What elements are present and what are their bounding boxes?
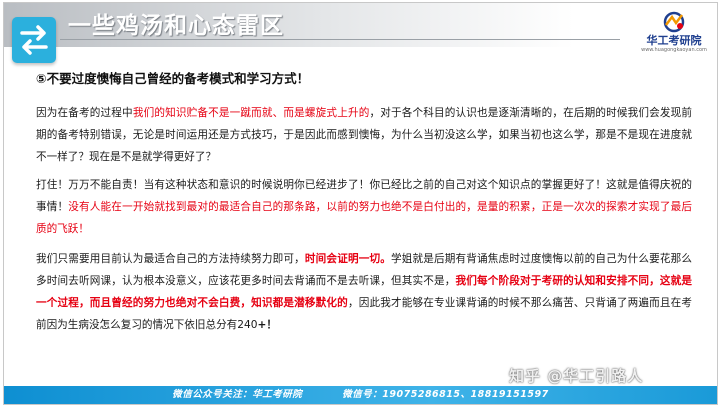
footer-contact: 微信公众号关注：华工考研院 微信号：19075286815、1881915159… <box>172 389 549 400</box>
watermark: 知乎 @华工引路人 <box>509 367 644 385</box>
logo-name: 华工考研院 <box>646 34 702 47</box>
paragraph-2: 打住！万万不能自责！当有这种状态和意识的时候说明你已经进步了！你已经比之前的自己… <box>36 174 692 240</box>
p2-highlight: 没有人能在一开始就找到最对的最适合自己的那条路，以前的努力也绝不是白付出的，是量… <box>36 201 693 235</box>
logo: 华工考研院 www.huagongkaoyan.com <box>634 11 714 61</box>
logo-url: www.huagongkaoyan.com <box>641 47 707 53</box>
p3-highlight-1: 时间会证明一切。 <box>304 253 391 265</box>
slide: 一些鸡汤和心态雷区 华工考研院 www.huagongkaoyan.com ⑤不… <box>3 2 718 405</box>
header-divider <box>60 39 620 40</box>
swap-arrows-icon <box>12 17 56 63</box>
section-heading: ⑤不要过度懊悔自己曾经的备考模式和学习方式！ <box>36 71 310 86</box>
footer-bar: 微信公众号关注：华工考研院 微信号：19075286815、1881915159… <box>4 386 717 404</box>
logo-icon <box>663 11 685 33</box>
p3-text-1: 我们只需要用目前认为最适合自己的方法持续努力即可， <box>36 253 305 265</box>
page-title: 一些鸡汤和心态雷区 <box>68 12 284 39</box>
p1-highlight: 我们的知识贮备不是一蹴而就、而是螺旋式上升的 <box>132 107 370 119</box>
p3-text-4: +！ <box>257 319 277 331</box>
paragraph-3: 我们只需要用目前认为最适合自己的方法持续努力即可，时间会证明一切。学姐就是后期有… <box>36 248 692 336</box>
paragraph-1: 因为在备考的过程中我们的知识贮备不是一蹴而就、而是螺旋式上升的，对于各个科目的认… <box>36 102 692 168</box>
p1-text-1: 因为在备考的过程中 <box>36 107 133 119</box>
content: ⑤不要过度懊悔自己曾经的备考模式和学习方式！ 因为在备考的过程中我们的知识贮备不… <box>36 70 692 342</box>
